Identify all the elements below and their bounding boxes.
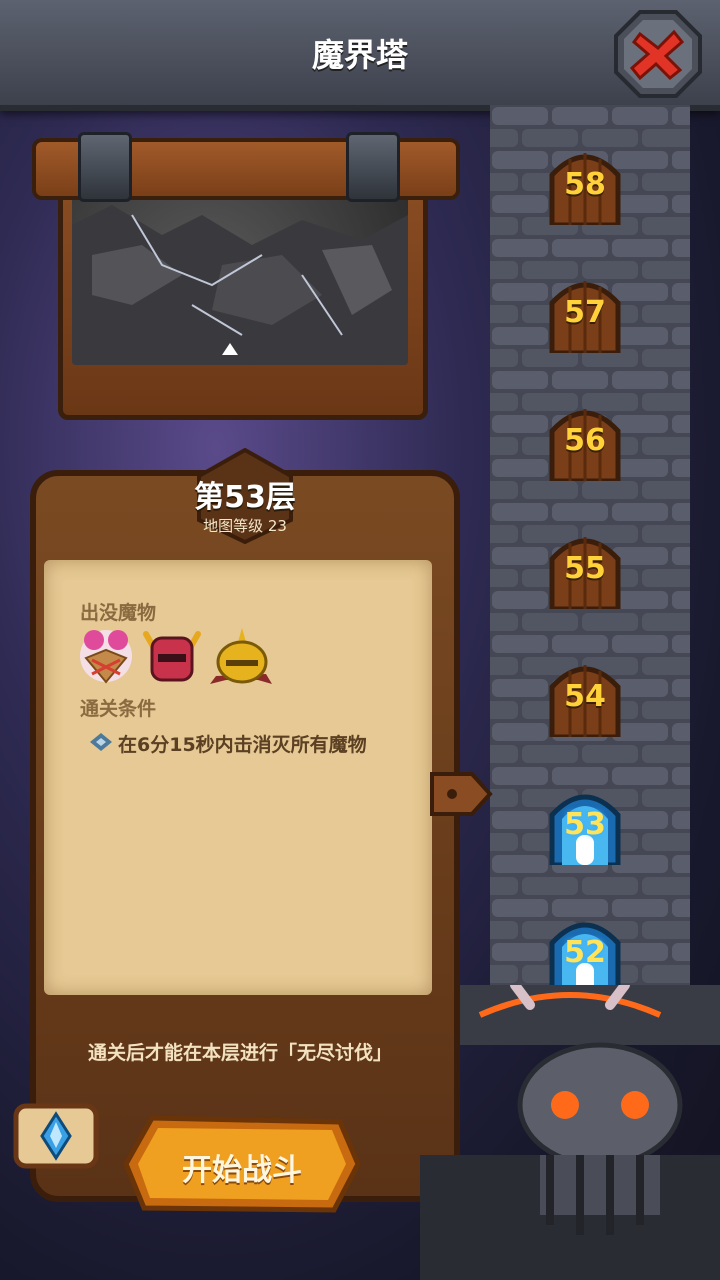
clear-condition-text: 在6分15秒内击消灭所有魔物	[118, 734, 367, 756]
tower-floor-number: 55	[564, 551, 606, 586]
tower-floor-56[interactable]: 56	[548, 401, 622, 484]
close-button[interactable]	[612, 8, 704, 100]
metal-bracket-right	[346, 132, 400, 202]
metal-bracket-left	[78, 132, 132, 202]
map-preview-image	[72, 195, 408, 365]
start-battle-label: 开始战斗	[182, 1153, 302, 1188]
tower-floor-number: 56	[564, 423, 606, 458]
tower-floor-53[interactable]: 53	[548, 785, 622, 868]
map-level-label: 地图等级 23	[203, 517, 287, 535]
tower-floor-number: 58	[564, 167, 606, 202]
tower-floor-number: 57	[564, 295, 606, 330]
tower-floor-54[interactable]: 54	[548, 657, 622, 740]
condition-bullet-icon	[90, 733, 112, 751]
monster-list	[80, 628, 272, 684]
floor-title: 第53层	[194, 480, 296, 515]
condition-heading: 通关条件	[80, 698, 157, 720]
tower-floor-55[interactable]: 55	[548, 529, 622, 612]
red-horned-knight-icon[interactable]	[143, 631, 201, 682]
skull-gate-base	[420, 985, 720, 1280]
tower-floor-52[interactable]: 52	[548, 913, 622, 996]
gold-spiked-helmet-icon[interactable]	[210, 628, 272, 684]
flower-cake-monster-icon[interactable]	[80, 630, 132, 684]
tower-floor-57[interactable]: 57	[548, 273, 622, 356]
selected-floor-pointer-icon	[430, 772, 493, 816]
endless-mode-note: 通关后才能在本层进行「无尽讨伐」	[87, 1042, 392, 1064]
crystal-scroll-button[interactable]	[10, 1096, 102, 1176]
tower-floor-58[interactable]: 58	[548, 145, 622, 228]
tower-floor-number: 53	[564, 807, 606, 842]
tower-floor-number: 52	[564, 935, 606, 970]
monsters-heading: 出没魔物	[80, 602, 157, 624]
tower-floors: 58 57 56 55 54 53 52	[490, 105, 690, 996]
tower-floor-number: 54	[564, 679, 606, 714]
